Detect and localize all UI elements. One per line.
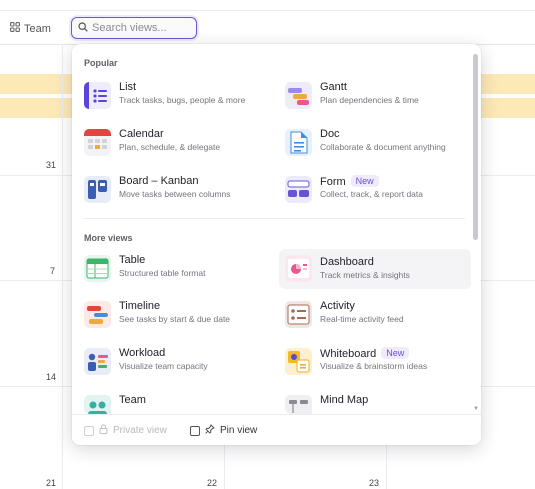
mind-map-icon bbox=[285, 395, 312, 414]
views-dropdown: Popular List Track tasks, bugs, people &… bbox=[72, 44, 481, 445]
view-desc: Move tasks between columns bbox=[119, 189, 231, 199]
view-option-table[interactable]: Table Structured table format bbox=[84, 253, 272, 291]
team-label: Team bbox=[24, 22, 51, 35]
day-number: 23 bbox=[369, 478, 380, 488]
view-option-list[interactable]: List Track tasks, bugs, people & more bbox=[84, 80, 272, 118]
view-title: Timeline bbox=[119, 300, 161, 312]
view-desc: Collaborate & document anything bbox=[320, 142, 446, 152]
view-title: Activity bbox=[320, 300, 355, 312]
view-title: Dashboard bbox=[320, 256, 374, 268]
view-option-activity[interactable]: Activity Real-time activity feed bbox=[285, 299, 473, 337]
view-title: Board – Kanban bbox=[119, 175, 199, 187]
view-desc: Real-time activity feed bbox=[320, 314, 404, 324]
team-button[interactable]: Team bbox=[10, 22, 51, 35]
view-title: Calendar bbox=[119, 128, 164, 140]
day-number: 22 bbox=[207, 478, 218, 488]
view-desc: Visualize & brainstorm ideas bbox=[320, 361, 428, 371]
scrollbar-thumb[interactable] bbox=[473, 54, 478, 240]
private-view-checkbox bbox=[84, 425, 94, 436]
pin-view-checkbox[interactable] bbox=[190, 425, 200, 436]
whiteboard-icon bbox=[285, 348, 312, 375]
form-icon bbox=[285, 176, 312, 203]
view-title: Mind Map bbox=[320, 394, 369, 406]
dashboard-icon bbox=[285, 255, 312, 282]
view-desc: Collect, track, & report data bbox=[320, 189, 423, 199]
view-title: Table bbox=[119, 254, 146, 266]
day-number: 31 bbox=[46, 160, 57, 170]
view-option-dashboard[interactable]: Dashboard Track metrics & insights bbox=[279, 249, 471, 289]
calendar-icon bbox=[84, 129, 111, 156]
view-title-text: Form bbox=[320, 176, 346, 188]
view-option-doc[interactable]: Doc Collaborate & document anything bbox=[285, 127, 473, 165]
pin-view-option[interactable]: Pin view bbox=[190, 424, 257, 437]
view-desc: Track metrics & insights bbox=[320, 270, 410, 280]
day-number: 14 bbox=[46, 372, 57, 382]
search-icon bbox=[72, 19, 88, 37]
dropdown-footer: Private view Pin view bbox=[72, 414, 481, 445]
view-desc: See tasks by start & due date bbox=[119, 314, 231, 324]
board-icon bbox=[84, 176, 111, 203]
private-view-label: Private view bbox=[113, 425, 167, 436]
view-title: Whiteboard New bbox=[320, 347, 410, 360]
section-title-more-views: More views bbox=[84, 233, 133, 243]
day-number: 21 bbox=[46, 478, 57, 488]
view-option-workload[interactable]: Workload Visualize team capacity bbox=[84, 346, 272, 384]
day-number: 7 bbox=[50, 266, 56, 276]
view-title: Team bbox=[119, 394, 146, 406]
pin-view-label: Pin view bbox=[220, 425, 258, 436]
view-option-mind-map[interactable]: Mind Map bbox=[285, 393, 473, 414]
view-option-calendar[interactable]: Calendar Plan, schedule, & delegate bbox=[84, 127, 272, 165]
pin-icon bbox=[205, 424, 215, 437]
view-desc: Structured table format bbox=[119, 268, 206, 278]
view-desc: Plan dependencies & time bbox=[320, 95, 419, 105]
view-desc: Track tasks, bugs, people & more bbox=[119, 95, 246, 105]
activity-icon bbox=[285, 301, 312, 328]
view-title-text: Whiteboard bbox=[320, 348, 377, 360]
view-option-gantt[interactable]: Gantt Plan dependencies & time bbox=[285, 80, 473, 118]
team-icon bbox=[84, 395, 111, 414]
search-box[interactable] bbox=[71, 17, 197, 39]
view-option-form[interactable]: Form New Collect, track, & report data bbox=[285, 174, 473, 212]
view-option-team[interactable]: Team bbox=[84, 393, 272, 414]
private-view-option: Private view bbox=[84, 424, 167, 437]
new-badge: New bbox=[350, 175, 379, 187]
gantt-icon bbox=[285, 82, 312, 109]
view-title: List bbox=[119, 81, 137, 93]
new-badge: New bbox=[381, 347, 410, 359]
view-title: Gantt bbox=[320, 81, 347, 93]
workload-icon bbox=[84, 348, 111, 375]
doc-icon bbox=[285, 129, 312, 156]
view-title: Form New bbox=[320, 175, 379, 188]
view-desc: Plan, schedule, & delegate bbox=[119, 142, 221, 152]
table-icon bbox=[84, 255, 111, 282]
search-input[interactable] bbox=[92, 22, 192, 34]
section-title-popular: Popular bbox=[84, 58, 118, 68]
grid-icon bbox=[10, 22, 20, 35]
list-icon bbox=[84, 82, 111, 109]
scroll-down-icon[interactable]: ▼ bbox=[473, 406, 479, 412]
timeline-icon bbox=[84, 301, 111, 328]
view-option-whiteboard[interactable]: Whiteboard New Visualize & brainstorm ide… bbox=[285, 346, 473, 384]
view-title: Doc bbox=[320, 128, 340, 140]
view-title: Workload bbox=[119, 347, 166, 359]
section-divider bbox=[83, 218, 465, 219]
view-desc: Visualize team capacity bbox=[119, 361, 208, 371]
view-option-board[interactable]: Board – Kanban Move tasks between column… bbox=[84, 174, 272, 212]
lock-icon bbox=[99, 424, 108, 437]
view-option-timeline[interactable]: Timeline See tasks by start & due date bbox=[84, 299, 272, 337]
day-divider bbox=[62, 45, 63, 489]
